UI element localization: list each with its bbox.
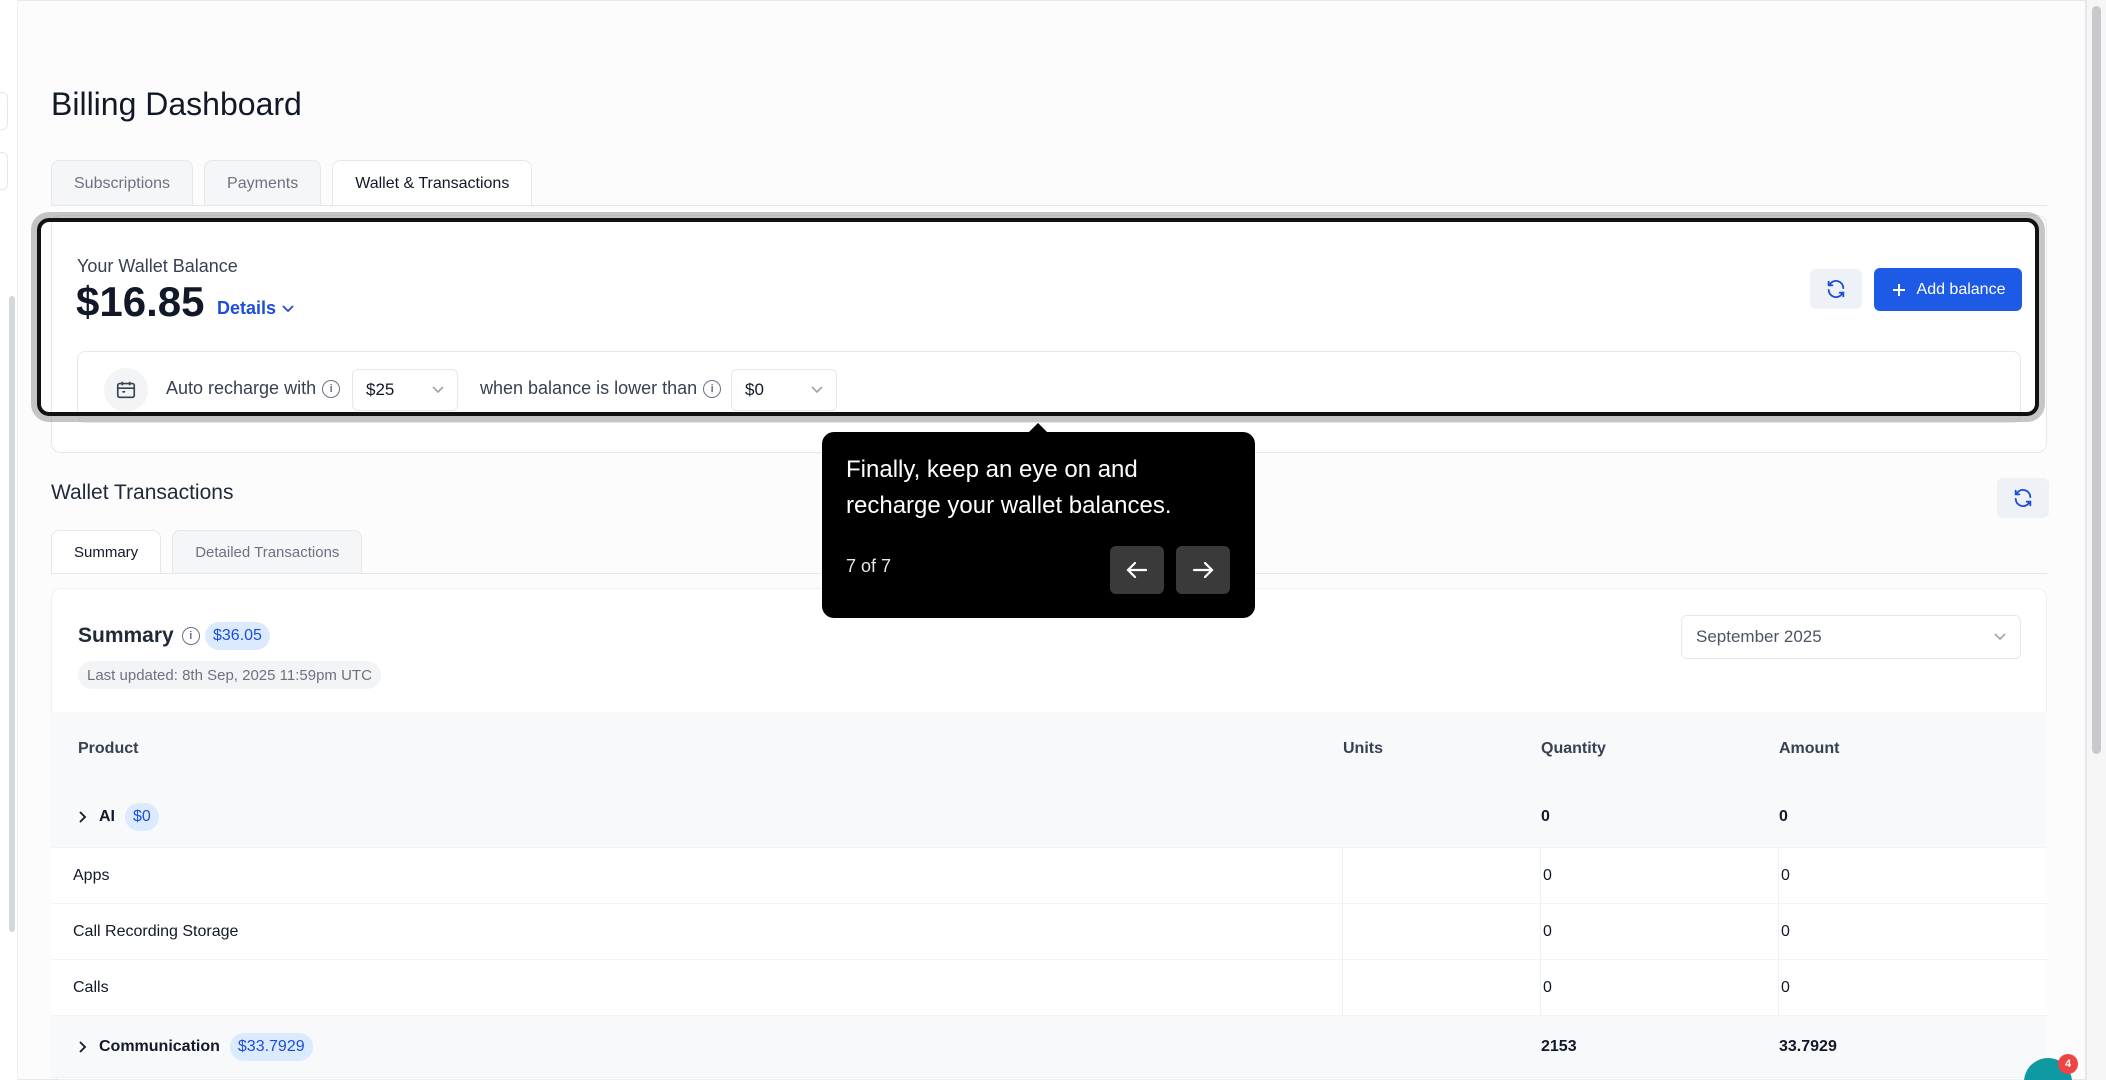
billing-tabs: Subscriptions Payments Wallet & Transact… xyxy=(51,160,533,206)
chevron-right-icon[interactable] xyxy=(77,1040,89,1053)
amount-cell: 0 xyxy=(1779,807,1788,825)
tabs-divider xyxy=(51,205,2047,206)
auto-recharge-label: Auto recharge with xyxy=(166,378,317,398)
units-cell xyxy=(1343,848,1541,903)
threshold-label: when balance is lower than xyxy=(480,378,698,398)
sidebar-handle-2[interactable] xyxy=(0,152,8,190)
info-icon[interactable]: i xyxy=(703,379,722,398)
calendar-icon xyxy=(116,381,136,399)
sidebar-handle[interactable] xyxy=(0,92,8,130)
refresh-icon xyxy=(1827,280,1845,298)
tab-subscriptions[interactable]: Subscriptions xyxy=(51,160,194,206)
recharge-icon xyxy=(104,368,148,412)
left-scrollbar[interactable] xyxy=(9,296,15,932)
amount-cell: 0 xyxy=(1781,978,1790,996)
product-badge: $33.7929 xyxy=(229,1032,313,1061)
summary-heading: Summary i xyxy=(78,624,200,648)
amount-cell: 33.7929 xyxy=(1779,1037,1837,1055)
quantity-cell: 0 xyxy=(1541,848,1779,903)
transaction-tabs: Summary Detailed Transactions xyxy=(51,530,363,574)
tour-next-button[interactable] xyxy=(1176,546,1230,594)
column-amount: Amount xyxy=(1779,740,1840,757)
wallet-balance-label: Your Wallet Balance xyxy=(77,256,238,276)
table-row: Calls 0 0 xyxy=(51,960,2047,1016)
tab-wallet-transactions[interactable]: Wallet & Transactions xyxy=(332,160,533,206)
units-cell xyxy=(1343,960,1541,1015)
info-icon[interactable]: i xyxy=(181,627,200,645)
table-row-group[interactable]: AI $0 0 0 xyxy=(51,786,2047,848)
page-title: Billing Dashboard xyxy=(51,86,302,122)
tab-payments[interactable]: Payments xyxy=(204,160,322,206)
amount-cell: 0 xyxy=(1781,922,1790,940)
tour-step-counter: 7 of 7 xyxy=(846,556,892,576)
tour-message: Finally, keep an eye on and recharge you… xyxy=(846,456,1172,519)
chat-unread-count: 4 xyxy=(2058,1054,2078,1074)
threshold-value: $0 xyxy=(745,380,764,399)
scrollbar-thumb[interactable] xyxy=(2092,6,2101,754)
vertical-scrollbar[interactable] xyxy=(2086,0,2106,1080)
column-quantity: Quantity xyxy=(1541,740,1606,757)
summary-title: Summary xyxy=(78,624,174,647)
refresh-icon xyxy=(2014,489,2032,507)
column-product: Product xyxy=(78,740,139,757)
chevron-down-icon xyxy=(432,386,444,394)
quantity-cell: 0 xyxy=(1541,960,1779,1015)
arrow-left-icon xyxy=(1126,561,1148,579)
product-name: AI xyxy=(99,807,115,825)
auto-recharge-text: Auto recharge with i xyxy=(166,378,341,399)
table-row: Call Recording Storage 0 0 xyxy=(51,904,2047,960)
table-row: Apps 0 0 xyxy=(51,848,2047,904)
table-row-group[interactable]: Communication $33.7929 2153 33.7929 xyxy=(51,1016,2047,1078)
wallet-transactions-title: Wallet Transactions xyxy=(51,481,234,504)
amount-cell: 0 xyxy=(1781,866,1790,884)
units-cell xyxy=(1343,904,1541,959)
recharge-amount-select[interactable]: $25 xyxy=(352,369,458,411)
add-balance-label: Add balance xyxy=(1916,280,2006,298)
quantity-cell: 0 xyxy=(1541,904,1779,959)
product-name: Call Recording Storage xyxy=(51,904,1343,959)
add-balance-button[interactable]: Add balance xyxy=(1874,268,2022,311)
units-cell xyxy=(1343,786,1541,847)
product-name: Communication xyxy=(99,1037,220,1055)
product-badge: $0 xyxy=(125,802,159,831)
last-updated: Last updated: 8th Sep, 2025 11:59pm UTC xyxy=(78,661,381,689)
product-name: Apps xyxy=(51,848,1343,903)
info-icon[interactable]: i xyxy=(322,379,341,398)
details-toggle[interactable]: Details xyxy=(217,298,294,319)
chevron-down-icon xyxy=(811,386,823,394)
tab-detailed-transactions[interactable]: Detailed Transactions xyxy=(172,530,363,574)
summary-total-badge: $36.05 xyxy=(205,622,270,650)
tour-previous-button[interactable] xyxy=(1110,546,1164,594)
month-value: September 2025 xyxy=(1696,627,1822,646)
quantity-cell: 0 xyxy=(1541,807,1550,825)
threshold-select[interactable]: $0 xyxy=(731,369,837,411)
plus-icon xyxy=(1892,283,1905,296)
table-header: Product Units Quantity Amount xyxy=(51,712,2047,786)
threshold-text: when balance is lower than i xyxy=(480,378,722,399)
column-units: Units xyxy=(1343,740,1383,757)
quantity-cell: 2153 xyxy=(1541,1037,1577,1055)
recharge-amount-value: $25 xyxy=(366,380,395,399)
arrow-right-icon xyxy=(1192,561,1214,579)
month-select[interactable]: September 2025 xyxy=(1681,615,2021,659)
product-cell: AI $0 xyxy=(51,802,1343,831)
chevron-right-icon[interactable] xyxy=(77,810,89,823)
units-cell xyxy=(1343,1016,1541,1077)
tour-tooltip: Finally, keep an eye on and recharge you… xyxy=(822,423,1255,618)
details-label: Details xyxy=(217,298,277,318)
tab-summary[interactable]: Summary xyxy=(51,530,162,574)
left-gutter xyxy=(0,0,18,1080)
wallet-balance-amount: $16.85 xyxy=(76,278,205,325)
refresh-wallet-button[interactable] xyxy=(1810,269,1862,309)
chevron-down-icon xyxy=(282,304,294,312)
summary-table: Product Units Quantity Amount AI $0 0 0 … xyxy=(51,712,2047,1078)
refresh-transactions-button[interactable] xyxy=(1997,478,2049,518)
product-cell: Communication $33.7929 xyxy=(51,1032,1343,1061)
chevron-down-icon xyxy=(1994,633,2006,641)
product-name: Calls xyxy=(51,960,1343,1015)
